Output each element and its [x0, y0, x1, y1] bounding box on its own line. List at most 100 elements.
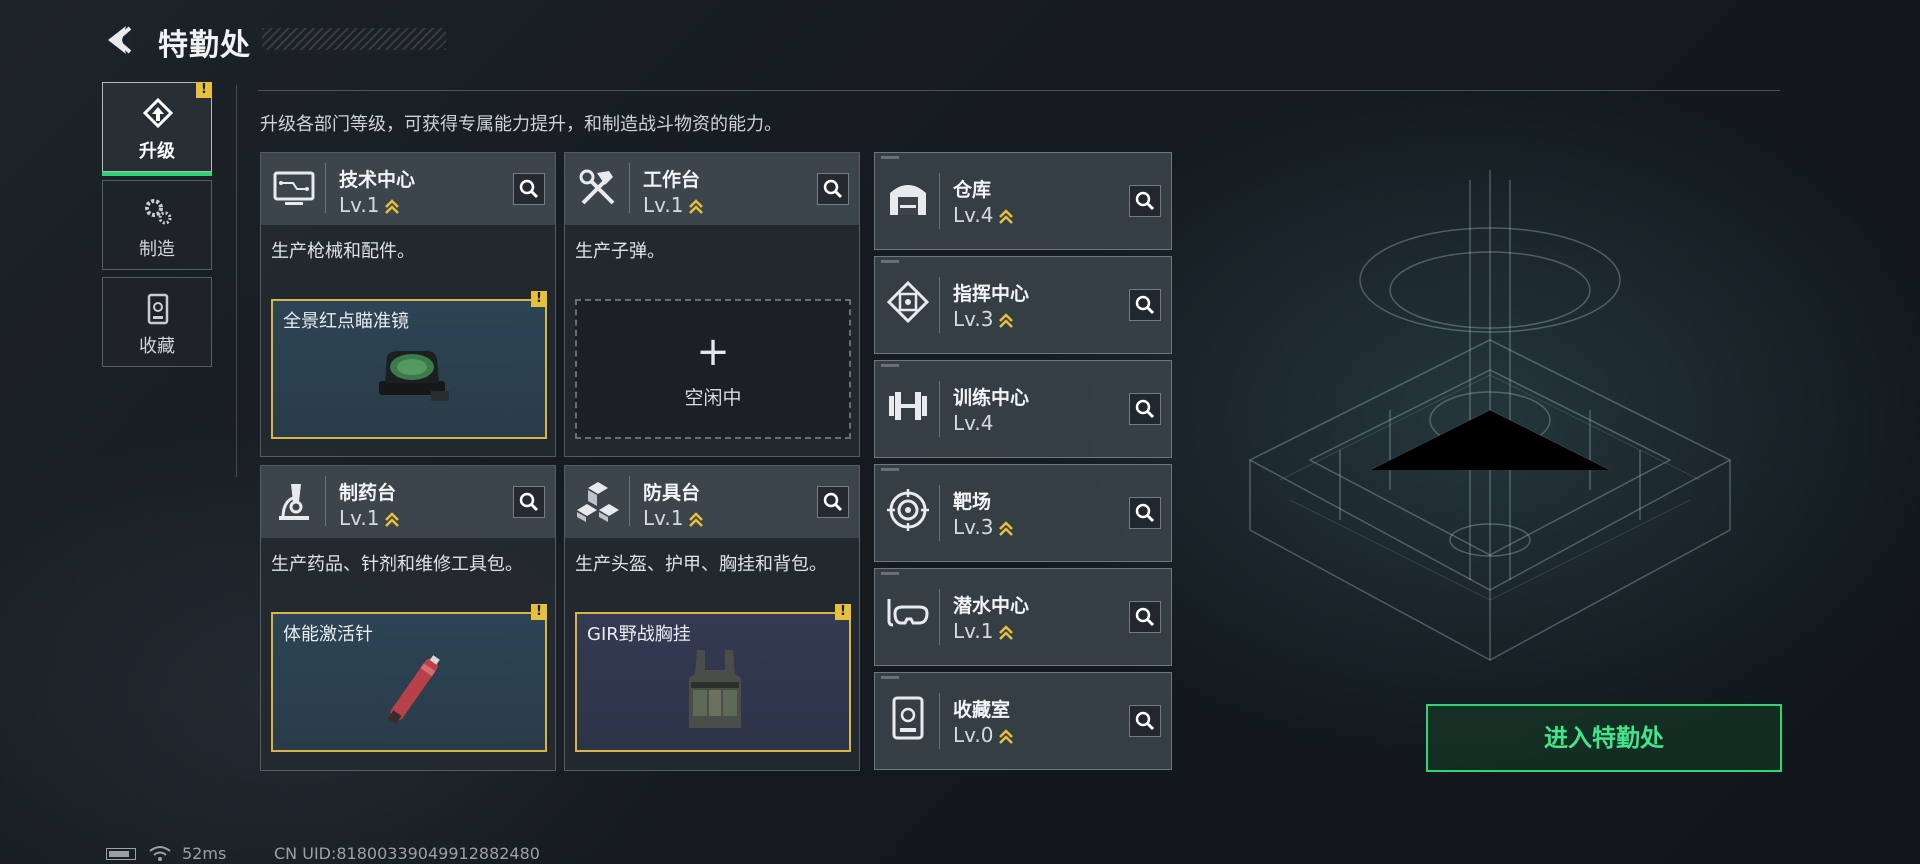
level-text: Lv.1 [643, 506, 684, 530]
card-header: 制药台 Lv.1 [261, 466, 555, 538]
inspect-button[interactable] [1129, 393, 1161, 425]
upgrade-icon [142, 97, 174, 129]
department-level: Lv.1 [339, 193, 400, 217]
upgrade-chevron-icon [998, 312, 1013, 328]
level-text: Lv.0 [953, 723, 994, 747]
facility-name: 仓库 [953, 179, 992, 201]
facility-level: Lv.4 [953, 411, 994, 435]
inspect-button[interactable] [1129, 601, 1161, 633]
facility-card-command-center[interactable]: 指挥中心 Lv.3 [874, 256, 1172, 354]
page-description: 升级各部门等级，可获得专属能力提升，和制造战斗物资的能力。 [260, 114, 782, 135]
base-hologram-image [1248, 170, 1732, 661]
item-name: 全景红点瞄准镜 [283, 311, 409, 332]
inspect-button[interactable] [1129, 289, 1161, 321]
facility-name: 靶场 [953, 491, 992, 513]
user-uid: CN UID:8180033904991288248​0 [274, 844, 540, 863]
card-decoration [881, 260, 899, 263]
production-slot[interactable]: ! 体能激活针 [271, 604, 547, 752]
facility-level: Lv.0 [953, 723, 1014, 747]
ping-readout: 52ms [182, 844, 227, 863]
level-text: Lv.1 [339, 193, 380, 217]
warning-badge: ! [531, 604, 547, 620]
department-card-tech-center: 技术中心 Lv.1 生产枪械和配件。 ! 全景红点瞄准镜 [260, 152, 556, 457]
warning-badge: ! [835, 604, 851, 620]
level-text: Lv.3 [953, 515, 994, 539]
department-name: 防具台 [643, 482, 701, 504]
empty-production-slot[interactable]: + 空闲中 [575, 299, 851, 439]
search-icon [1135, 503, 1155, 523]
search-icon [1135, 295, 1155, 315]
inspect-button[interactable] [1129, 497, 1161, 529]
warehouse-icon [890, 185, 926, 215]
microscope-icon [279, 484, 309, 520]
facility-card-diving-center[interactable]: 潜水中心 Lv.1 [874, 568, 1172, 666]
search-icon [519, 179, 539, 199]
department-description: 生产药品、针剂和维修工具包。 [271, 554, 523, 575]
back-button[interactable] [100, 22, 140, 58]
card-header: 技术中心 Lv.1 [261, 153, 555, 225]
production-slot[interactable]: ! GIR野战胸挂 [575, 604, 851, 752]
inspect-button[interactable] [513, 486, 545, 518]
upgrade-chevron-icon [998, 624, 1013, 640]
inspect-button[interactable] [1129, 705, 1161, 737]
facility-name: 训练中心 [953, 387, 1030, 409]
card-decoration [881, 676, 899, 679]
gears-icon [145, 199, 172, 225]
header-separator [325, 476, 326, 526]
department-description: 生产子弹。 [575, 241, 665, 262]
warning-badge: ! [196, 82, 212, 98]
title-decoration [262, 28, 446, 50]
boxes-icon [577, 482, 619, 522]
target-icon [887, 489, 929, 531]
search-icon [823, 492, 843, 512]
level-text: Lv.1 [643, 193, 684, 217]
upgrade-chevron-icon [688, 511, 703, 527]
dumbbell-icon [889, 392, 927, 420]
monitor-circuit-icon [273, 171, 315, 205]
command-chip-icon [886, 280, 930, 324]
department-description: 生产头盔、护甲、胸挂和背包。 [575, 554, 827, 575]
nav-label: 制造 [139, 239, 175, 260]
facility-card-collection-room[interactable]: 收藏室 Lv.0 [874, 672, 1172, 770]
facility-level: Lv.4 [953, 203, 1014, 227]
facility-card-shooting-range[interactable]: 靶场 Lv.3 [874, 464, 1172, 562]
inspect-button[interactable] [513, 173, 545, 205]
department-card-workbench: 工作台 Lv.1 生产子弹。 + 空闲中 [564, 152, 860, 457]
nav-label: 升级 [139, 141, 175, 162]
header-separator [939, 277, 940, 333]
level-text: Lv.4 [953, 411, 994, 435]
active-indicator [102, 172, 212, 176]
nav-tab-collection[interactable]: 收藏 [102, 277, 212, 367]
card-header: 工作台 Lv.1 [565, 153, 859, 225]
nav-tab-craft[interactable]: 制造 [102, 180, 212, 270]
add-icon: + [696, 329, 730, 375]
production-slot[interactable]: ! 全景红点瞄准镜 [271, 291, 547, 439]
facility-level: Lv.1 [953, 619, 1014, 643]
facility-card-warehouse[interactable]: 仓库 Lv.4 [874, 152, 1172, 250]
facility-name: 收藏室 [953, 699, 1011, 721]
inspect-button[interactable] [817, 173, 849, 205]
department-name: 技术中心 [339, 169, 416, 191]
battery-icon [106, 848, 136, 860]
level-text: Lv.4 [953, 203, 994, 227]
search-icon [823, 179, 843, 199]
card-header: 防具台 Lv.1 [565, 466, 859, 538]
nav-tab-upgrade[interactable]: ! 升级 [102, 82, 212, 176]
warning-badge: ! [531, 291, 547, 307]
inspect-button[interactable] [817, 486, 849, 518]
card-decoration [881, 468, 899, 471]
facility-card-training-center[interactable]: 训练中心 Lv.4 [874, 360, 1172, 458]
nav-label: 收藏 [139, 336, 175, 357]
inspect-button[interactable] [1129, 185, 1161, 217]
header-separator [629, 163, 630, 213]
chest-rig-image [689, 650, 741, 728]
search-icon [519, 492, 539, 512]
collection-case-icon [147, 293, 169, 325]
department-level: Lv.1 [643, 193, 704, 217]
search-icon [1135, 711, 1155, 731]
facility-name: 潜水中心 [953, 595, 1030, 617]
wifi-icon [149, 846, 171, 861]
header-separator [325, 163, 326, 213]
enter-special-ops-button[interactable]: 进入特勤处 [1426, 704, 1782, 772]
header-separator [939, 173, 940, 229]
